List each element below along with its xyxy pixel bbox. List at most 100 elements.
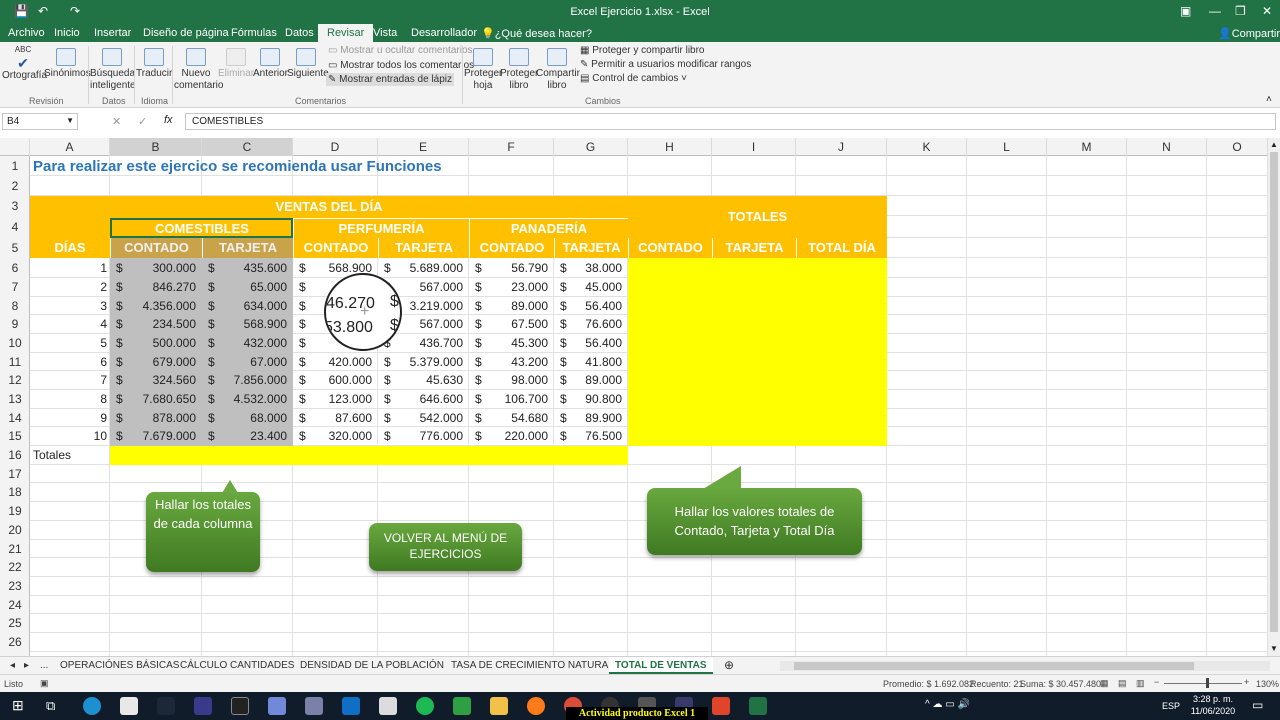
totals-cell[interactable] (628, 334, 712, 353)
totals-cell[interactable] (796, 334, 887, 353)
col-header-h[interactable]: H (628, 138, 712, 156)
zoom-in-icon[interactable]: + (1244, 677, 1249, 687)
minimize-button[interactable]: — (1209, 4, 1221, 18)
notifications-icon[interactable]: ▭ (1252, 698, 1263, 712)
value-cell[interactable]: $300.000 (110, 258, 202, 278)
protect-sheet-button[interactable]: Proteger hoja (464, 48, 502, 92)
excel-taskbar-icon[interactable] (749, 697, 767, 715)
col-header-l[interactable]: L (967, 138, 1047, 156)
day-cell-9[interactable]: 9 (30, 409, 110, 427)
row-header-10[interactable]: 10 (0, 334, 30, 353)
column-total-cell[interactable] (469, 446, 554, 465)
col-header-e[interactable]: E (378, 138, 469, 156)
value-cell[interactable]: $56.790 (469, 258, 554, 278)
delete-comment-button[interactable]: Eliminar (218, 48, 254, 80)
next-comment-button[interactable]: Siguiente (287, 48, 329, 80)
col-header-b[interactable]: B (110, 138, 202, 156)
sheet-tab-densidad[interactable]: DENSIDAD DE LA POBLACIÓN (300, 660, 444, 671)
tab-formulas[interactable]: Fórmulas (231, 27, 277, 39)
value-cell[interactable]: $89.000 (554, 371, 628, 390)
day-cell-8[interactable]: 8 (30, 390, 110, 409)
tab-revisar[interactable]: Revisar (318, 24, 374, 42)
column-total-cell[interactable] (110, 446, 202, 465)
day-cell-5[interactable]: 5 (30, 334, 110, 353)
day-cell-4[interactable]: 4 (30, 315, 110, 334)
subheader-3[interactable]: CONTADO (293, 238, 378, 258)
column-total-cell[interactable] (293, 446, 378, 465)
value-cell[interactable]: $38.000 (554, 258, 628, 278)
header-comestibles[interactable]: COMESTIBLES (110, 218, 293, 238)
previous-comment-button[interactable]: Anterior (253, 48, 288, 80)
value-cell[interactable]: $54.680 (469, 409, 554, 427)
value-cell[interactable]: $4.532.000 (202, 390, 293, 409)
row-header-4[interactable]: 4 (0, 216, 30, 238)
totals-cell[interactable] (796, 409, 887, 427)
share-workbook-button[interactable]: Compartir libro (536, 48, 580, 92)
value-cell[interactable]: $56.400 (554, 334, 628, 353)
horizontal-scrollbar[interactable] (780, 661, 1270, 671)
firefox-icon[interactable] (527, 697, 545, 715)
show-hide-comments[interactable]: ▭ Mostrar u ocultar comentarios (328, 45, 473, 56)
value-cell[interactable]: $65.000 (202, 278, 293, 297)
epic-games-icon[interactable] (231, 697, 249, 715)
totals-cell[interactable] (712, 278, 796, 297)
value-cell[interactable]: $432.000 (202, 334, 293, 353)
row-header-2[interactable]: 2 (0, 176, 30, 196)
header-ventas-del-dia[interactable]: VENTAS DEL DÍA (30, 196, 628, 218)
camtasia-icon[interactable] (453, 697, 471, 715)
enter-icon[interactable]: ✓ (138, 115, 147, 128)
row-header-18[interactable]: 18 (0, 483, 30, 502)
spotify-icon[interactable] (416, 697, 434, 715)
scroll-thumb[interactable] (1270, 152, 1278, 632)
sheet-tab-calculo[interactable]: CÁLCULO CANTIDADES (180, 660, 294, 671)
totals-cell[interactable] (628, 390, 712, 409)
show-ink-button[interactable]: ✎ Mostrar entradas de lápiz (326, 73, 455, 86)
value-cell[interactable]: $7.679.000 (110, 427, 202, 446)
tab-datos[interactable]: Datos (285, 27, 314, 39)
value-cell[interactable]: $45.000 (554, 278, 628, 297)
totals-cell[interactable] (628, 315, 712, 334)
totals-cell[interactable] (712, 427, 796, 446)
col-header-o[interactable]: O (1207, 138, 1268, 156)
subheader-1[interactable]: CONTADO (110, 238, 202, 258)
windows-start-icon[interactable]: ⊞ (12, 697, 24, 714)
subheader-7[interactable]: CONTADO (628, 238, 712, 258)
app-icon[interactable] (194, 697, 212, 715)
row-header-7[interactable]: 7 (0, 278, 30, 297)
header-panaderia[interactable]: PANADERÍA (469, 218, 628, 238)
totals-cell[interactable] (712, 409, 796, 427)
value-cell[interactable]: $5.379.000 (378, 353, 469, 371)
row-header-21[interactable]: 21 (0, 540, 30, 558)
row-header-25[interactable]: 25 (0, 614, 30, 633)
language-indicator[interactable]: ESP (1162, 701, 1180, 711)
col-header-m[interactable]: M (1047, 138, 1127, 156)
row-header-9[interactable]: 9 (0, 315, 30, 334)
value-cell[interactable]: $679.000 (110, 353, 202, 371)
value-cell[interactable]: $435.600 (202, 258, 293, 278)
vertical-scrollbar[interactable]: ▲ ▼ (1268, 138, 1280, 656)
value-cell[interactable]: $89.000 (469, 297, 554, 315)
macro-record-icon[interactable]: ▣ (40, 678, 49, 689)
col-header-j[interactable]: J (796, 138, 887, 156)
worksheet-grid[interactable]: Para realizar este ejercico se recomiend… (30, 156, 1268, 656)
value-cell[interactable]: $542.000 (378, 409, 469, 427)
value-cell[interactable]: $320.000 (293, 427, 378, 446)
value-cell[interactable]: $4.356.000 (110, 297, 202, 315)
value-cell[interactable]: $420.000 (293, 353, 378, 371)
tray-icons[interactable]: ^ ☁ ▭ 🔊 (925, 699, 970, 710)
new-comment-button[interactable]: Nuevo comentario (174, 48, 223, 92)
totales-label[interactable]: Totales (33, 446, 111, 465)
day-cell-2[interactable]: 2 (30, 278, 110, 297)
subheader-8[interactable]: TARJETA (712, 238, 796, 258)
add-sheet-icon[interactable]: ⊕ (724, 658, 734, 672)
tell-me-search[interactable]: 💡¿Qué desea hacer? (481, 27, 592, 40)
normal-view-icon[interactable]: ▦ (1100, 678, 1109, 689)
row-header-23[interactable]: 23 (0, 577, 30, 596)
totals-cell[interactable] (628, 258, 712, 278)
discord-icon[interactable] (268, 697, 286, 715)
zoom-slider[interactable] (1164, 683, 1242, 684)
subheader-6[interactable]: TARJETA (554, 238, 628, 258)
subheader-2[interactable]: TARJETA (202, 238, 293, 258)
value-cell[interactable]: $45.630 (378, 371, 469, 390)
scroll-down-icon[interactable]: ▼ (1270, 644, 1278, 653)
